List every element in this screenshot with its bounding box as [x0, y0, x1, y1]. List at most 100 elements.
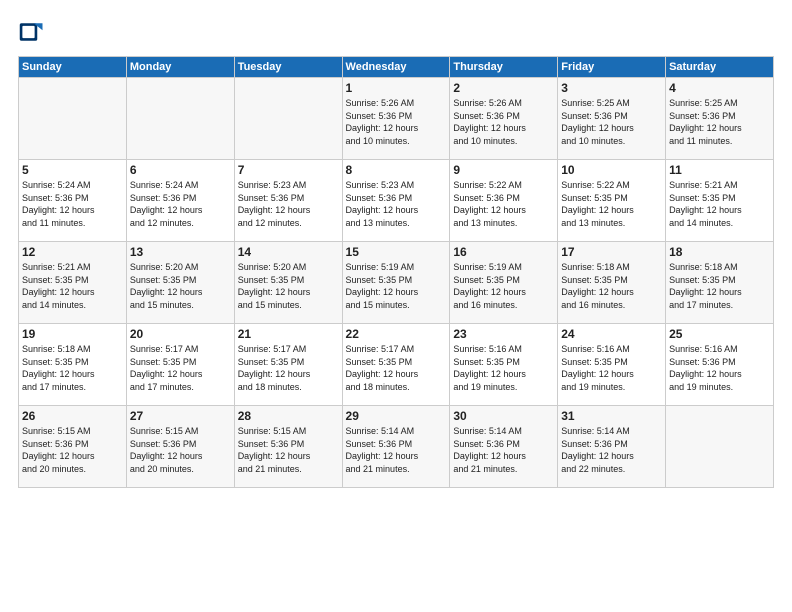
calendar-cell: 30 Sunrise: 5:14 AM Sunset: 5:36 PM Dayli…: [450, 406, 558, 488]
cell-info: Sunrise: 5:20 AM Sunset: 5:35 PM Dayligh…: [238, 261, 339, 311]
day-number: 11: [669, 163, 770, 177]
day-number: 1: [346, 81, 447, 95]
col-header-friday: Friday: [558, 57, 666, 78]
day-number: 29: [346, 409, 447, 423]
cell-info: Sunrise: 5:19 AM Sunset: 5:35 PM Dayligh…: [453, 261, 554, 311]
cell-info: Sunrise: 5:17 AM Sunset: 5:35 PM Dayligh…: [346, 343, 447, 393]
cell-info: Sunrise: 5:16 AM Sunset: 5:35 PM Dayligh…: [561, 343, 662, 393]
day-number: 12: [22, 245, 123, 259]
page: SundayMondayTuesdayWednesdayThursdayFrid…: [0, 0, 792, 612]
cell-info: Sunrise: 5:14 AM Sunset: 5:36 PM Dayligh…: [453, 425, 554, 475]
logo: [18, 18, 50, 46]
cell-info: Sunrise: 5:26 AM Sunset: 5:36 PM Dayligh…: [346, 97, 447, 147]
cell-info: Sunrise: 5:16 AM Sunset: 5:35 PM Dayligh…: [453, 343, 554, 393]
day-number: 26: [22, 409, 123, 423]
day-number: 8: [346, 163, 447, 177]
calendar-cell: 19 Sunrise: 5:18 AM Sunset: 5:35 PM Dayli…: [19, 324, 127, 406]
week-row-5: 26 Sunrise: 5:15 AM Sunset: 5:36 PM Dayli…: [19, 406, 774, 488]
calendar-cell: 24 Sunrise: 5:16 AM Sunset: 5:35 PM Dayli…: [558, 324, 666, 406]
day-number: 31: [561, 409, 662, 423]
day-number: 28: [238, 409, 339, 423]
week-row-3: 12Sunrise: 5:21 AM Sunset: 5:35 PM Dayli…: [19, 242, 774, 324]
day-number: 17: [561, 245, 662, 259]
calendar-cell: 14 Sunrise: 5:20 AM Sunset: 5:35 PM Dayli…: [234, 242, 342, 324]
day-number: 10: [561, 163, 662, 177]
day-number: 21: [238, 327, 339, 341]
calendar-table: SundayMondayTuesdayWednesdayThursdayFrid…: [18, 56, 774, 488]
calendar-cell: 7Sunrise: 5:23 AM Sunset: 5:36 PM Daylig…: [234, 160, 342, 242]
day-number: 30: [453, 409, 554, 423]
week-row-2: 5 Sunrise: 5:24 AM Sunset: 5:36 PM Daylig…: [19, 160, 774, 242]
calendar-cell: 11 Sunrise: 5:21 AM Sunset: 5:35 PM Dayli…: [666, 160, 774, 242]
day-number: 22: [346, 327, 447, 341]
calendar-cell: 28 Sunrise: 5:15 AM Sunset: 5:36 PM Dayli…: [234, 406, 342, 488]
cell-info: Sunrise: 5:21 AM Sunset: 5:35 PM Dayligh…: [669, 179, 770, 229]
day-number: 13: [130, 245, 231, 259]
cell-info: Sunrise: 5:14 AM Sunset: 5:36 PM Dayligh…: [346, 425, 447, 475]
calendar-cell: 16Sunrise: 5:19 AM Sunset: 5:35 PM Dayli…: [450, 242, 558, 324]
calendar-cell: 5 Sunrise: 5:24 AM Sunset: 5:36 PM Daylig…: [19, 160, 127, 242]
calendar-cell: 3 Sunrise: 5:25 AM Sunset: 5:36 PM Daylig…: [558, 78, 666, 160]
calendar-cell: 13 Sunrise: 5:20 AM Sunset: 5:35 PM Dayli…: [126, 242, 234, 324]
col-header-wednesday: Wednesday: [342, 57, 450, 78]
header-row: SundayMondayTuesdayWednesdayThursdayFrid…: [19, 57, 774, 78]
cell-info: Sunrise: 5:25 AM Sunset: 5:36 PM Dayligh…: [669, 97, 770, 147]
calendar-cell: 20Sunrise: 5:17 AM Sunset: 5:35 PM Dayli…: [126, 324, 234, 406]
day-number: 20: [130, 327, 231, 341]
day-number: 25: [669, 327, 770, 341]
day-number: 14: [238, 245, 339, 259]
calendar-cell: 1 Sunrise: 5:26 AM Sunset: 5:36 PM Daylig…: [342, 78, 450, 160]
calendar-cell: 10Sunrise: 5:22 AM Sunset: 5:35 PM Dayli…: [558, 160, 666, 242]
calendar-cell: 4 Sunrise: 5:25 AM Sunset: 5:36 PM Daylig…: [666, 78, 774, 160]
week-row-1: 1 Sunrise: 5:26 AM Sunset: 5:36 PM Daylig…: [19, 78, 774, 160]
calendar-cell: 18 Sunrise: 5:18 AM Sunset: 5:35 PM Dayli…: [666, 242, 774, 324]
cell-info: Sunrise: 5:22 AM Sunset: 5:36 PM Dayligh…: [453, 179, 554, 229]
cell-info: Sunrise: 5:24 AM Sunset: 5:36 PM Dayligh…: [22, 179, 123, 229]
day-number: 2: [453, 81, 554, 95]
calendar-cell: 12Sunrise: 5:21 AM Sunset: 5:35 PM Dayli…: [19, 242, 127, 324]
calendar-cell: 25 Sunrise: 5:16 AM Sunset: 5:36 PM Dayli…: [666, 324, 774, 406]
day-number: 5: [22, 163, 123, 177]
day-number: 24: [561, 327, 662, 341]
calendar-cell: 23Sunrise: 5:16 AM Sunset: 5:35 PM Dayli…: [450, 324, 558, 406]
col-header-monday: Monday: [126, 57, 234, 78]
day-number: 7: [238, 163, 339, 177]
col-header-tuesday: Tuesday: [234, 57, 342, 78]
calendar-cell: [126, 78, 234, 160]
header: [18, 18, 774, 46]
calendar-cell: [19, 78, 127, 160]
day-number: 18: [669, 245, 770, 259]
calendar-cell: [234, 78, 342, 160]
cell-info: Sunrise: 5:23 AM Sunset: 5:36 PM Dayligh…: [346, 179, 447, 229]
cell-info: Sunrise: 5:17 AM Sunset: 5:35 PM Dayligh…: [238, 343, 339, 393]
calendar-cell: 31 Sunrise: 5:14 AM Sunset: 5:36 PM Dayli…: [558, 406, 666, 488]
calendar-cell: 27Sunrise: 5:15 AM Sunset: 5:36 PM Dayli…: [126, 406, 234, 488]
calendar-cell: 17 Sunrise: 5:18 AM Sunset: 5:35 PM Dayli…: [558, 242, 666, 324]
calendar-cell: 21 Sunrise: 5:17 AM Sunset: 5:35 PM Dayli…: [234, 324, 342, 406]
day-number: 3: [561, 81, 662, 95]
day-number: 6: [130, 163, 231, 177]
cell-info: Sunrise: 5:26 AM Sunset: 5:36 PM Dayligh…: [453, 97, 554, 147]
cell-info: Sunrise: 5:18 AM Sunset: 5:35 PM Dayligh…: [669, 261, 770, 311]
cell-info: Sunrise: 5:14 AM Sunset: 5:36 PM Dayligh…: [561, 425, 662, 475]
calendar-cell: 9 Sunrise: 5:22 AM Sunset: 5:36 PM Daylig…: [450, 160, 558, 242]
calendar-cell: 26Sunrise: 5:15 AM Sunset: 5:36 PM Dayli…: [19, 406, 127, 488]
day-number: 9: [453, 163, 554, 177]
calendar-cell: 2 Sunrise: 5:26 AM Sunset: 5:36 PM Daylig…: [450, 78, 558, 160]
cell-info: Sunrise: 5:24 AM Sunset: 5:36 PM Dayligh…: [130, 179, 231, 229]
day-number: 15: [346, 245, 447, 259]
cell-info: Sunrise: 5:15 AM Sunset: 5:36 PM Dayligh…: [238, 425, 339, 475]
calendar-cell: [666, 406, 774, 488]
day-number: 4: [669, 81, 770, 95]
cell-info: Sunrise: 5:18 AM Sunset: 5:35 PM Dayligh…: [22, 343, 123, 393]
cell-info: Sunrise: 5:20 AM Sunset: 5:35 PM Dayligh…: [130, 261, 231, 311]
cell-info: Sunrise: 5:25 AM Sunset: 5:36 PM Dayligh…: [561, 97, 662, 147]
col-header-saturday: Saturday: [666, 57, 774, 78]
calendar-cell: 8 Sunrise: 5:23 AM Sunset: 5:36 PM Daylig…: [342, 160, 450, 242]
cell-info: Sunrise: 5:18 AM Sunset: 5:35 PM Dayligh…: [561, 261, 662, 311]
logo-icon: [18, 18, 46, 46]
col-header-sunday: Sunday: [19, 57, 127, 78]
calendar-cell: 15Sunrise: 5:19 AM Sunset: 5:35 PM Dayli…: [342, 242, 450, 324]
cell-info: Sunrise: 5:16 AM Sunset: 5:36 PM Dayligh…: [669, 343, 770, 393]
day-number: 19: [22, 327, 123, 341]
